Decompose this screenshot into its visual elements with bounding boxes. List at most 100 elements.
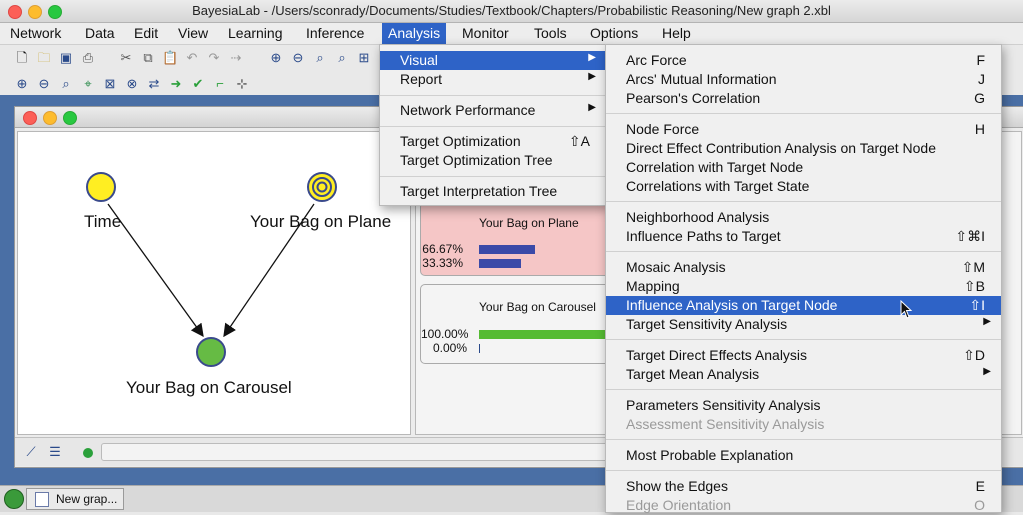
zoom-reset-icon[interactable]: ⌕ (334, 50, 350, 66)
monitor-pct: 66.67% (422, 242, 463, 256)
menu-help[interactable]: Help (662, 25, 691, 41)
delete-tool-icon[interactable]: ⊗ (124, 76, 140, 92)
node-time-label: Time (84, 212, 122, 231)
arc-tool-icon[interactable]: ⊠ (102, 76, 118, 92)
open-folder-icon[interactable]: 🗀 (36, 50, 52, 66)
monitor-title: Your Bag on Carousel (479, 300, 596, 314)
menu-item-network-performance[interactable]: Network Performance ▶ (380, 101, 606, 120)
menu-item-show-the-edges[interactable]: Show the Edges E (606, 477, 1001, 496)
menu-data[interactable]: Data (85, 25, 115, 41)
layout-icon[interactable]: ⊞ (356, 50, 372, 66)
menu-item-influence-paths-to-target[interactable]: Influence Paths to Target ⇧⌘I (606, 227, 1001, 246)
menu-item-influence-analysis-on-target-node[interactable]: Influence Analysis on Target Node ⇧I (606, 296, 1001, 315)
menu-item-parameters-sensitivity-analysis[interactable]: Parameters Sensitivity Analysis (606, 396, 1001, 415)
zoom-in-icon[interactable]: ⊕ (268, 50, 284, 66)
monitor-your-bag-on-plane[interactable]: Your Bag on Plane 66.67% 33.33% (420, 202, 622, 276)
app-status-icon[interactable] (4, 489, 24, 509)
menu-view[interactable]: View (178, 25, 208, 41)
arrow-icon[interactable]: ➜ (168, 76, 184, 92)
menu-item-arcs-mutual-information[interactable]: Arcs' Mutual Information J (606, 70, 1001, 89)
monitor-title: Your Bag on Plane (479, 216, 579, 230)
monitor-your-bag-on-carousel[interactable]: Your Bag on Carousel 100.00% 0.00% (420, 284, 622, 364)
menu-item-target-optimization-tree[interactable]: Target Optimization Tree (380, 151, 606, 170)
menu-item-node-force[interactable]: Node Force H (606, 120, 1001, 139)
menu-item-pearsons-correlation[interactable]: Pearson's Correlation G (606, 89, 1001, 108)
arc-time-to-carousel[interactable] (107, 203, 204, 338)
zoom-in-2-icon[interactable]: ⊕ (14, 76, 30, 92)
menu-inference[interactable]: Inference (306, 25, 364, 41)
progress-field (101, 443, 613, 461)
zoom-out-icon[interactable]: ⊖ (290, 50, 306, 66)
window-title: BayesiaLab - /Users/sconrady/Documents/S… (192, 3, 831, 18)
menu-network[interactable]: Network (10, 25, 61, 41)
new-file-icon[interactable]: 🗋 (14, 50, 30, 66)
menu-analysis[interactable]: Analysis (382, 23, 447, 44)
monitor-pct: 0.00% (432, 341, 467, 355)
node-time[interactable] (86, 172, 116, 202)
menu-edit[interactable]: Edit (134, 25, 158, 41)
menu-item-target-direct-effects-analysis[interactable]: Target Direct Effects Analysis ⇧D (606, 346, 1001, 365)
menu-separator (380, 126, 606, 127)
menu-item-mapping[interactable]: Mapping ⇧B (606, 277, 1001, 296)
taskbar-window-button[interactable]: New grap... (26, 488, 124, 510)
zoom-fit-icon[interactable]: ⌕ (312, 50, 328, 66)
menu-separator (606, 113, 1001, 114)
visual-submenu: Arc Force F Arcs' Mutual Information J Pea… (605, 44, 1002, 513)
node-tool-icon[interactable]: ⌖ (80, 76, 96, 92)
menu-separator (380, 176, 606, 177)
zoom-out-2-icon[interactable]: ⊖ (36, 76, 52, 92)
zoom-graph-window-button[interactable] (63, 111, 77, 125)
menu-item-correlation-with-target-node[interactable]: Correlation with Target Node (606, 158, 1001, 177)
menu-item-arc-force[interactable]: Arc Force F (606, 51, 1001, 70)
menu-item-mosaic-analysis[interactable]: Mosaic Analysis ⇧M (606, 258, 1001, 277)
menu-item-report[interactable]: Report ▶ (380, 70, 606, 89)
menu-monitor[interactable]: Monitor (462, 25, 509, 41)
corner-icon[interactable]: ⌐ (212, 76, 228, 92)
print-icon[interactable]: ⎙ (80, 50, 96, 66)
menu-options[interactable]: Options (590, 25, 638, 41)
validation-mode-icon[interactable]: ☰ (47, 444, 63, 460)
menu-learning[interactable]: Learning (228, 25, 283, 41)
menu-item-neighborhood-analysis[interactable]: Neighborhood Analysis (606, 208, 1001, 227)
mouse-cursor (900, 300, 913, 319)
menu-item-target-sensitivity-analysis[interactable]: Target Sensitivity Analysis ▶ (606, 315, 1001, 334)
menu-item-target-mean-analysis[interactable]: Target Mean Analysis ▶ (606, 365, 1001, 384)
document-icon (35, 492, 49, 507)
menu-separator (606, 251, 1001, 252)
probability-bar (479, 330, 619, 339)
redo-icon[interactable]: ↷ (206, 50, 222, 66)
menu-item-visual[interactable]: Visual ▶ (380, 51, 606, 70)
menu-item-direct-effect-contribution[interactable]: Direct Effect Contribution Analysis on T… (606, 139, 1001, 158)
node-your-bag-on-carousel[interactable] (196, 337, 226, 367)
probability-bar (479, 245, 535, 254)
graph-canvas[interactable]: Time Your Bag on Plane Your Bag on Carou… (17, 131, 411, 435)
analysis-menu: Visual ▶ Report ▶ Network Performance ▶ Tar… (379, 44, 607, 206)
modeling-mode-icon[interactable]: ⟋ (23, 444, 39, 460)
menu-item-assessment-sensitivity-analysis: Assessment Sensitivity Analysis (626, 416, 825, 432)
menu-separator (380, 95, 606, 96)
cut-icon[interactable]: ✂ (118, 50, 134, 66)
menu-separator (606, 470, 1001, 471)
menu-item-target-optimization[interactable]: Target Optimization ⇧A (380, 132, 606, 151)
redo-all-icon[interactable]: ⇢ (228, 50, 244, 66)
search-icon[interactable]: ⌕ (58, 76, 74, 92)
menu-item-correlations-with-target-state[interactable]: Correlations with Target State (606, 177, 1001, 196)
menu-item-target-interpretation-tree[interactable]: Target Interpretation Tree (380, 182, 606, 201)
menu-separator (606, 339, 1001, 340)
undo-icon[interactable]: ↶ (184, 50, 200, 66)
align-icon[interactable]: ⊹ (234, 76, 250, 92)
menu-item-most-probable-explanation[interactable]: Most Probable Explanation (606, 446, 1001, 465)
paste-icon[interactable]: 📋 (162, 50, 178, 66)
probability-bar (479, 259, 521, 268)
copy-icon[interactable]: ⧉ (140, 50, 156, 66)
monitor-pct: 100.00% (421, 327, 469, 341)
close-graph-window-button[interactable] (23, 111, 37, 125)
menu-tools[interactable]: Tools (534, 25, 567, 41)
reverse-arc-icon[interactable]: ⇄ (146, 76, 162, 92)
save-icon[interactable]: ▣ (58, 50, 74, 66)
node-your-bag-on-plane[interactable] (307, 172, 337, 202)
check-icon[interactable]: ✔ (190, 76, 206, 92)
node-your-bag-on-carousel-label: Your Bag on Carousel (126, 378, 292, 397)
minimize-graph-window-button[interactable] (43, 111, 57, 125)
taskbar-window-label: New grap... (56, 492, 118, 506)
